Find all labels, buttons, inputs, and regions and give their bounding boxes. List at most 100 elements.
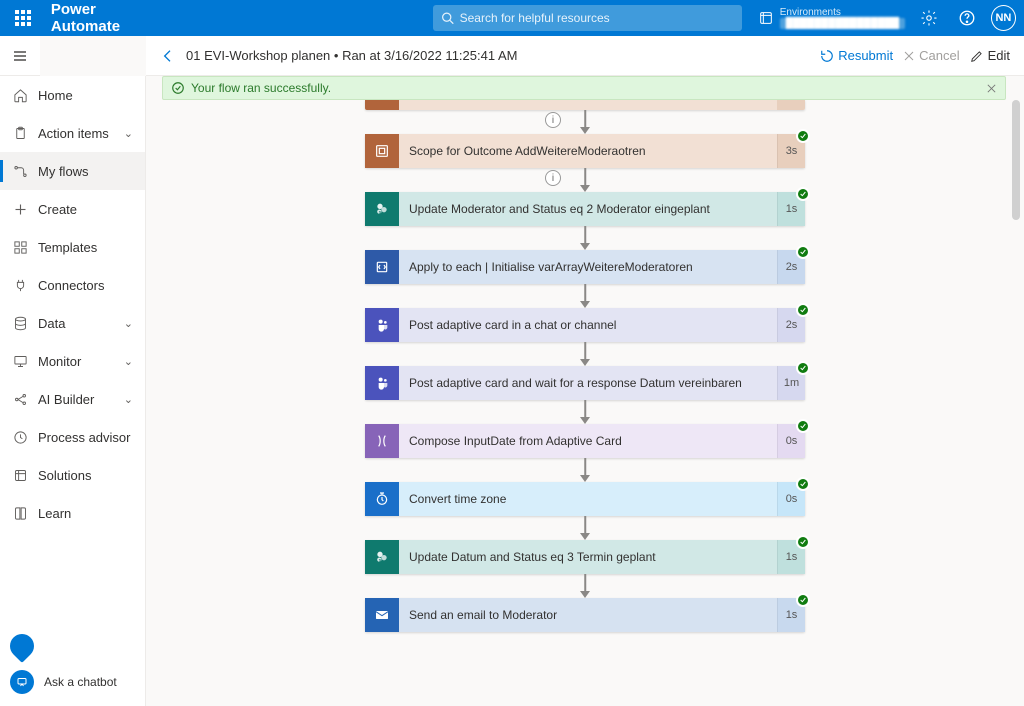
flow-arrow — [573, 458, 597, 482]
success-check-icon — [796, 593, 810, 607]
flow-arrow — [573, 342, 597, 366]
flow-canvas: i Scope for Outcome AddWeitereModeraotre… — [146, 100, 1024, 706]
app-title: Power Automate — [51, 1, 165, 35]
cancel-button: Cancel — [903, 48, 959, 63]
nav-item-process-advisor[interactable]: Process advisor — [0, 418, 145, 456]
edit-button[interactable]: Edit — [970, 48, 1010, 63]
loop-icon — [365, 250, 399, 284]
nav-item-learn[interactable]: Learn — [0, 494, 145, 532]
monitor-icon — [12, 353, 28, 369]
page-header: 01 EVI-Workshop planen • Ran at 3/16/202… — [146, 36, 1024, 76]
flow-card-label: Update Moderator and Status eq 2 Moderat… — [399, 192, 777, 226]
nav-item-label: My flows — [38, 164, 89, 179]
nav-item-create[interactable]: Create — [0, 190, 145, 228]
nav-item-monitor[interactable]: Monitor ⌄ — [0, 342, 145, 380]
scrollbar[interactable] — [1012, 100, 1020, 220]
nav-item-home[interactable]: Home — [0, 76, 145, 114]
success-check-icon — [796, 361, 810, 375]
svg-text:S: S — [379, 558, 382, 563]
flow-icon — [12, 163, 28, 179]
template-icon — [12, 239, 28, 255]
close-icon[interactable] — [986, 83, 997, 94]
flow-card[interactable]: Post adaptive card in a chat or channel … — [365, 308, 805, 342]
flow-card[interactable]: Send an email to Moderator 1s — [365, 598, 805, 632]
app-launcher-icon[interactable] — [8, 2, 39, 34]
flow-card[interactable]: Convert time zone 0s — [365, 482, 805, 516]
suite-bar: Power Automate Environments ████████████… — [0, 0, 1024, 36]
flow-card[interactable]: Scope for Outcome AddWeitereModeraotren … — [365, 134, 805, 168]
scope-icon — [365, 134, 399, 168]
left-nav: Home Action items ⌄ My flows Create Temp… — [0, 76, 146, 706]
nav-toggle[interactable] — [0, 36, 40, 76]
info-icon[interactable]: i — [545, 170, 561, 186]
nav-item-label: Data — [38, 316, 65, 331]
nav-item-label: Monitor — [38, 354, 81, 369]
solutions-icon — [12, 467, 28, 483]
success-check-icon — [796, 419, 810, 433]
search-icon — [441, 11, 454, 25]
success-check-icon — [796, 245, 810, 259]
nav-item-label: Action items — [38, 126, 109, 141]
flow-card[interactable]: S Update Datum and Status eq 3 Termin ge… — [365, 540, 805, 574]
flow-card[interactable]: Post adaptive card and wait for a respon… — [365, 366, 805, 400]
avatar[interactable]: NN — [991, 5, 1016, 31]
info-icon[interactable]: i — [545, 112, 561, 128]
flow-card-label: Scope for Outcome AddWeitereModeraotren — [399, 134, 777, 168]
success-check-icon — [796, 187, 810, 201]
sharepoint-icon: S — [365, 192, 399, 226]
flow-card-label: Convert time zone — [399, 482, 777, 516]
flow-card-label: Apply to each | Initialise varArrayWeite… — [399, 250, 777, 284]
clipboard-icon — [12, 125, 28, 141]
nav-item-action-items[interactable]: Action items ⌄ — [0, 114, 145, 152]
flow-arrow: i — [573, 168, 597, 192]
flow-arrow: i — [573, 110, 597, 134]
search-box[interactable] — [433, 5, 742, 31]
flow-arrow — [573, 284, 597, 308]
nav-item-label: Templates — [38, 240, 97, 255]
chevron-down-icon: ⌄ — [124, 393, 133, 406]
resubmit-button[interactable]: Resubmit — [820, 48, 893, 63]
home-icon — [12, 87, 28, 103]
chevron-down-icon: ⌄ — [124, 317, 133, 330]
flow-arrow — [573, 516, 597, 540]
nav-item-data[interactable]: Data ⌄ — [0, 304, 145, 342]
success-check-icon — [796, 477, 810, 491]
flow-arrow — [573, 226, 597, 250]
nav-item-label: Solutions — [38, 468, 91, 483]
environment-picker[interactable]: Environments ████████████████ — [758, 7, 905, 29]
nav-item-ai-builder[interactable]: AI Builder ⌄ — [0, 380, 145, 418]
nav-item-label: Home — [38, 88, 73, 103]
success-check-icon — [796, 535, 810, 549]
chatbot-button[interactable]: Ask a chatbot — [10, 670, 117, 694]
flow-card-label: Update Datum and Status eq 3 Termin gepl… — [399, 540, 777, 574]
environment-label: Environments — [780, 7, 905, 18]
settings-icon[interactable] — [913, 2, 944, 34]
success-text: Your flow ran successfully. — [191, 81, 331, 95]
page-title: 01 EVI-Workshop planen • Ran at 3/16/202… — [186, 48, 517, 63]
connector-icon — [12, 277, 28, 293]
success-check-icon — [796, 303, 810, 317]
help-icon[interactable] — [952, 2, 983, 34]
flow-arrow — [573, 400, 597, 424]
nav-item-connectors[interactable]: Connectors — [0, 266, 145, 304]
back-icon[interactable] — [160, 48, 176, 64]
flow-card[interactable]: S Update Moderator and Status eq 2 Moder… — [365, 192, 805, 226]
flow-card[interactable]: Apply to each | Initialise varArrayWeite… — [365, 250, 805, 284]
nav-item-label: Learn — [38, 506, 71, 521]
environment-icon — [758, 10, 774, 26]
success-check-icon — [796, 129, 810, 143]
search-input[interactable] — [460, 11, 734, 25]
flow-card[interactable]: Compose InputDate from Adaptive Card 0s — [365, 424, 805, 458]
compose-icon — [365, 424, 399, 458]
flow-card-partial — [365, 100, 805, 110]
process-icon — [12, 429, 28, 445]
success-icon — [171, 81, 185, 95]
nav-item-label: Process advisor — [38, 430, 130, 445]
nav-item-my-flows[interactable]: My flows — [0, 152, 145, 190]
mail-icon — [365, 598, 399, 632]
nav-item-templates[interactable]: Templates — [0, 228, 145, 266]
clock-icon — [365, 482, 399, 516]
nav-item-solutions[interactable]: Solutions — [0, 456, 145, 494]
learn-icon — [12, 505, 28, 521]
plus-icon — [12, 201, 28, 217]
